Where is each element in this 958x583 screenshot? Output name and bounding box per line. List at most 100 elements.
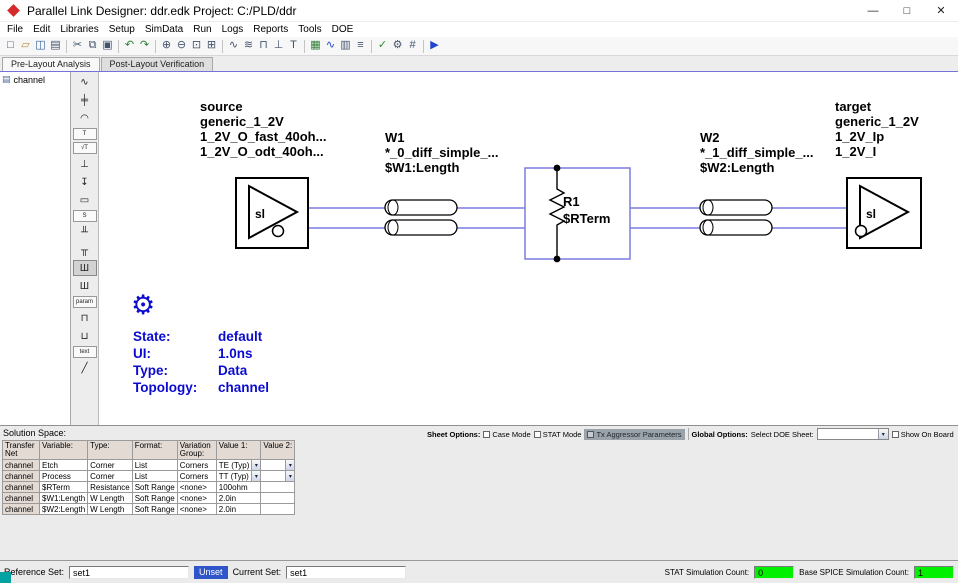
undo-icon[interactable]: ↶: [122, 38, 137, 54]
redo-icon[interactable]: ↷: [137, 38, 152, 54]
open-project-icon[interactable]: ▱: [18, 38, 33, 54]
menu-edit[interactable]: Edit: [28, 24, 55, 35]
menu-run[interactable]: Run: [188, 24, 216, 35]
check-design-icon[interactable]: ✓: [375, 38, 390, 54]
parameter-icon[interactable]: param: [72, 296, 97, 308]
w2-tline[interactable]: [699, 199, 773, 236]
zoom-fit-icon[interactable]: ⊡: [189, 38, 204, 54]
menu-file[interactable]: File: [2, 24, 28, 35]
dropdown-arrow-icon[interactable]: ▾: [285, 460, 294, 470]
w-line-icon[interactable]: Ш: [72, 260, 97, 276]
dropdown-arrow-icon[interactable]: ▾: [877, 429, 888, 439]
menu-tools[interactable]: Tools: [293, 24, 326, 35]
coupled-tline-icon[interactable]: ◠: [73, 110, 97, 126]
add-component-icon[interactable]: ⊓: [256, 38, 271, 54]
maximize-button[interactable]: □: [890, 0, 924, 22]
via-array-icon[interactable]: ╥: [73, 242, 97, 258]
stub-icon[interactable]: ↧: [73, 174, 97, 190]
label-line: $W1:Length: [385, 160, 460, 175]
cell: Soft Range: [131, 481, 178, 493]
add-via-icon[interactable]: ⊥: [271, 38, 286, 54]
cell[interactable]: [260, 503, 296, 515]
reference-set-field[interactable]: set1: [69, 565, 190, 579]
cell[interactable]: 2.0in: [215, 492, 262, 504]
dropdown-arrow-icon[interactable]: ▾: [251, 471, 260, 481]
zoom-in-icon[interactable]: ⊕: [159, 38, 174, 54]
menu-setup[interactable]: Setup: [104, 24, 140, 35]
tab-post-layout-verification[interactable]: Post-Layout Verification: [100, 57, 214, 71]
case-mode-label: Case Mode: [492, 429, 531, 439]
tree-item-channel[interactable]: ▤ channel: [0, 72, 70, 87]
spreadsheet-icon[interactable]: ▦: [308, 38, 323, 54]
cell[interactable]: [260, 481, 296, 493]
r1-label[interactable]: R1 $RTerm: [563, 193, 610, 227]
s-element-icon[interactable]: S: [72, 210, 97, 222]
dropdown-arrow-icon[interactable]: ▾: [251, 460, 260, 470]
vt-element-icon[interactable]: √T: [72, 142, 97, 154]
w1-tline[interactable]: [384, 199, 458, 236]
target-buffer[interactable]: sl: [846, 177, 922, 249]
via-icon[interactable]: ⊥: [73, 156, 97, 172]
settings-icon[interactable]: ⚙: [390, 38, 405, 54]
text-note-icon[interactable]: text: [72, 346, 97, 358]
cell[interactable]: TT (Typ) ▾: [215, 470, 262, 482]
schematic-canvas[interactable]: sl sl source generic_1_2V 1_2V_O_fast_40…: [99, 72, 958, 426]
current-set-field[interactable]: set1: [286, 565, 407, 579]
minimize-button[interactable]: —: [856, 0, 890, 22]
add-tline-icon[interactable]: ≋: [241, 38, 256, 54]
series-element-icon[interactable]: ▭: [73, 192, 97, 208]
run-simulation-icon[interactable]: ▶: [427, 38, 442, 54]
gear-icon[interactable]: ⚙: [131, 292, 155, 319]
single-tline-icon[interactable]: ╪: [73, 92, 97, 108]
waveform-viewer-icon[interactable]: ∿: [323, 38, 338, 54]
new-sheet-icon[interactable]: □: [3, 38, 18, 54]
measure-icon[interactable]: ⊔: [73, 328, 97, 344]
source-buffer[interactable]: sl: [235, 177, 309, 249]
menu-reports[interactable]: Reports: [248, 24, 293, 35]
t-element-icon[interactable]: T: [72, 128, 97, 140]
print-icon[interactable]: ▤: [48, 38, 63, 54]
menu-libraries[interactable]: Libraries: [55, 24, 103, 35]
tab-pre-layout-analysis[interactable]: Pre-Layout Analysis: [2, 57, 100, 71]
toolbar-separator: [66, 39, 67, 53]
probe-icon[interactable]: ⊓: [73, 310, 97, 326]
cell[interactable]: 100ohm: [215, 481, 262, 493]
paste-icon[interactable]: ▣: [100, 38, 115, 54]
via-model-icon[interactable]: ╨: [73, 224, 97, 240]
copy-icon[interactable]: ⧉: [85, 38, 100, 54]
cell: Corners: [176, 470, 217, 482]
cell[interactable]: ▾: [260, 459, 296, 471]
w-line-coupled-icon[interactable]: Ш: [73, 278, 97, 294]
toolbar-separator: [155, 39, 156, 53]
menu-logs[interactable]: Logs: [217, 24, 249, 35]
menu-doe[interactable]: DOE: [327, 24, 359, 35]
close-button[interactable]: ✕: [924, 0, 958, 22]
grid-icon[interactable]: #: [405, 38, 420, 54]
cell[interactable]: TE (Typ) ▾: [215, 459, 262, 471]
report-icon[interactable]: ▥: [338, 38, 353, 54]
source-label[interactable]: source generic_1_2V 1_2V_O_fast_40oh... …: [200, 99, 326, 159]
show-on-board-checkbox[interactable]: Show On Board: [891, 430, 954, 439]
dropdown-arrow-icon[interactable]: ▾: [285, 471, 294, 481]
cell[interactable]: 2.0in: [215, 503, 262, 515]
target-label[interactable]: target generic_1_2V 1_2V_Ip 1_2V_I: [835, 99, 919, 159]
w1-label[interactable]: W1 *_0_diff_simple_... $W1:Length: [385, 130, 498, 175]
add-text-icon[interactable]: T: [286, 38, 301, 54]
save-icon[interactable]: ◫: [33, 38, 48, 54]
unset-button[interactable]: Unset: [194, 565, 228, 579]
cell[interactable]: [260, 492, 296, 504]
wire-tool-icon[interactable]: ∿: [73, 74, 97, 90]
line-tool-icon[interactable]: ╱: [73, 360, 97, 376]
cut-icon[interactable]: ✂: [70, 38, 85, 54]
cell[interactable]: ▾: [260, 470, 296, 482]
state-value: channel: [218, 380, 270, 395]
w2-label[interactable]: W2 *_1_diff_simple_... $W2:Length: [700, 130, 813, 175]
logs-icon[interactable]: ≡: [353, 38, 368, 54]
stat-mode-checkbox[interactable]: STAT Mode: [533, 430, 581, 439]
menu-simdata[interactable]: SimData: [140, 24, 188, 35]
doe-sheet-select[interactable]: ▾: [816, 428, 889, 440]
zoom-area-icon[interactable]: ⊞: [204, 38, 219, 54]
case-mode-checkbox[interactable]: Case Mode: [483, 429, 531, 439]
zoom-out-icon[interactable]: ⊖: [174, 38, 189, 54]
add-wire-icon[interactable]: ∿: [226, 38, 241, 54]
